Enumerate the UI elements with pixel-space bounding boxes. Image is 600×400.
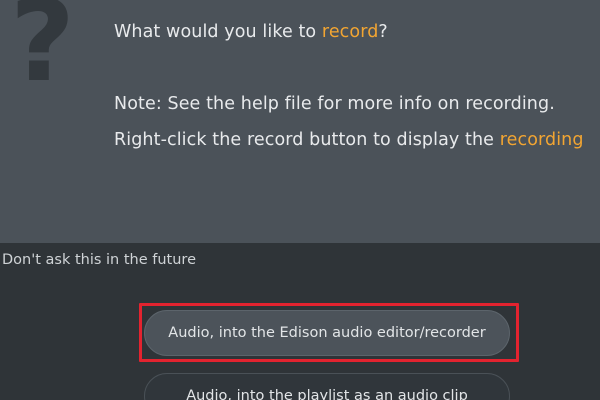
prompt-text: What would you like to record?: [114, 22, 388, 42]
rightclick-accent: recording: [499, 130, 584, 150]
dont-ask-checkbox[interactable]: Don't ask this in the future: [2, 252, 196, 268]
record-dialog: ? What would you like to record? Note: S…: [0, 0, 600, 400]
note-text: Note: See the help file for more info on…: [114, 94, 555, 114]
rightclick-text: Right-click the record button to display…: [114, 130, 584, 150]
question-mark-icon: ?: [10, 0, 75, 107]
prompt-suffix: ?: [378, 22, 388, 42]
rightclick-prefix: Right-click the record button to display…: [114, 130, 500, 150]
message-panel: ? What would you like to record? Note: S…: [0, 0, 600, 243]
edison-audio-option-button[interactable]: Audio, into the Edison audio editor/reco…: [144, 310, 510, 356]
prompt-prefix: What would you like to: [114, 22, 322, 42]
playlist-audio-clip-option-button[interactable]: Audio, into the playlist as an audio cli…: [144, 373, 510, 400]
prompt-accent: record: [321, 22, 379, 42]
